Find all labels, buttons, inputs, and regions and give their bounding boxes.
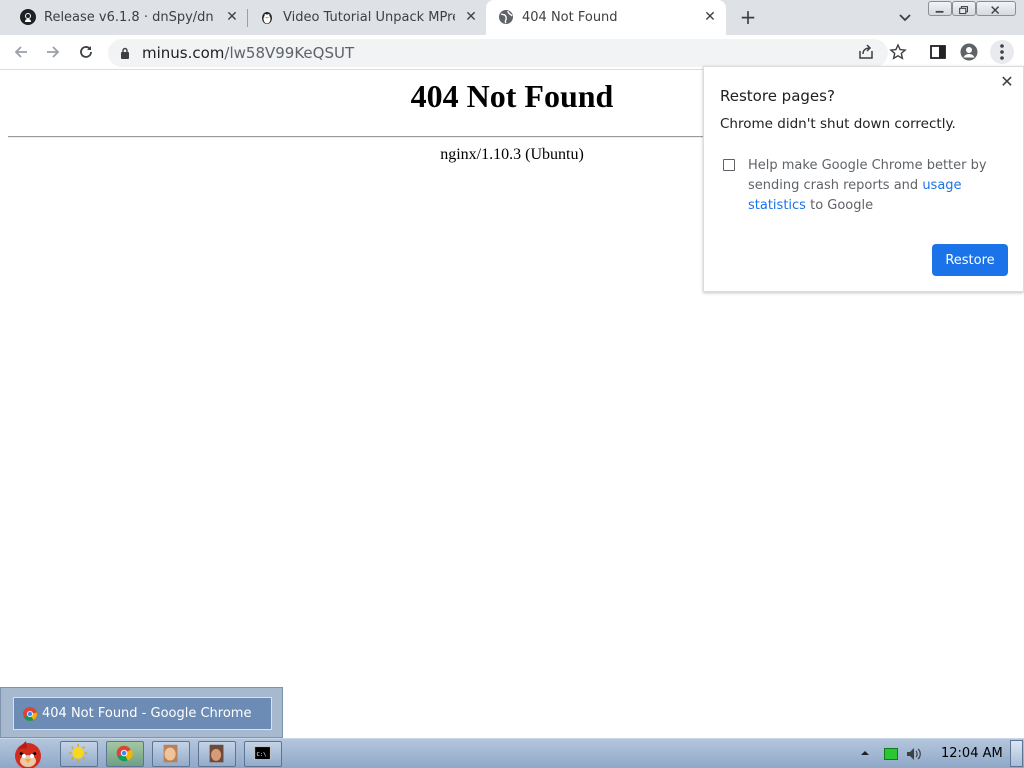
crash-report-checkbox[interactable]: [723, 159, 735, 171]
close-tab-icon[interactable]: ✕: [703, 10, 717, 24]
taskbar-clock[interactable]: 12:04 AM: [941, 746, 1003, 761]
restore-window-icon: [959, 6, 968, 15]
tab-title: Release v6.1.8 · dnSpy/dnSpy ·: [44, 10, 214, 25]
tab-strip: Release v6.1.8 · dnSpy/dnSpy · ✕ Video T…: [0, 0, 1024, 35]
volume-icon[interactable]: [906, 747, 922, 761]
dialog-title: Restore pages?: [720, 87, 835, 105]
tray-expand-icon[interactable]: [860, 748, 870, 758]
tab-title: 404 Not Found: [522, 10, 618, 25]
forward-arrow-icon[interactable]: [44, 43, 62, 61]
close-window-icon: [991, 6, 1000, 15]
show-desktop-button[interactable]: [1010, 740, 1023, 767]
taskbar-window-title: 404 Not Found - Google Chrome: [42, 706, 252, 721]
taskbar-button-face-2[interactable]: [198, 741, 236, 767]
new-tab-button[interactable]: +: [738, 7, 758, 27]
side-panel-icon[interactable]: [929, 43, 947, 61]
chrome-icon: [116, 745, 133, 762]
browser-toolbar: minus.com/lw58V99KeQSUT: [0, 35, 1024, 70]
taskbar-button-sun[interactable]: [60, 741, 98, 767]
tab-title: Video Tutorial Unpack MPress: [283, 10, 455, 25]
menu-button[interactable]: [990, 40, 1014, 64]
github-icon: [20, 9, 36, 25]
globe-icon: [499, 10, 513, 24]
crash-report-label: Help make Google Chrome better by sendin…: [748, 156, 1010, 216]
minimize-button[interactable]: [928, 1, 952, 16]
tab-search-chevron-icon[interactable]: [896, 8, 914, 26]
restore-button[interactable]: Restore: [932, 244, 1008, 276]
bookmark-star-icon[interactable]: [889, 43, 907, 61]
address-bar[interactable]: minus.com/lw58V99KeQSUT: [108, 39, 888, 67]
tab-video-tutorial[interactable]: Video Tutorial Unpack MPress ✕: [247, 0, 485, 35]
url-path: /lw58V99KeQSUT: [224, 44, 355, 62]
dialog-message: Chrome didn't shut down correctly.: [720, 116, 956, 132]
taskbar-window-item[interactable]: 404 Not Found - Google Chrome: [13, 697, 272, 730]
taskbar-button-face-1[interactable]: [152, 741, 190, 767]
face-icon-2: [209, 744, 224, 763]
cmd-icon: C:\: [254, 746, 271, 760]
qq-penguin-icon: [262, 12, 272, 24]
angry-bird-icon[interactable]: [4, 739, 50, 768]
taskbar-button-cmd[interactable]: C:\: [244, 741, 282, 767]
network-icon[interactable]: [884, 748, 898, 760]
share-icon[interactable]: [857, 43, 875, 61]
taskbar: C:\ 12:04 AM: [0, 738, 1024, 768]
url-text[interactable]: minus.com/lw58V99KeQSUT: [142, 44, 354, 62]
three-dot-menu-icon: [1000, 44, 1004, 60]
crash-report-text-end: to Google: [810, 198, 874, 213]
minimize-icon: [935, 10, 944, 13]
dialog-close-icon[interactable]: ✕: [1000, 74, 1014, 90]
back-arrow-icon[interactable]: [12, 43, 30, 61]
screen: Release v6.1.8 · dnSpy/dnSpy · ✕ Video T…: [0, 0, 1024, 768]
url-domain: minus.com: [142, 44, 225, 62]
restore-pages-dialog: Restore pages? ✕ Chrome didn't shut down…: [703, 66, 1024, 292]
close-window-button[interactable]: [976, 1, 1016, 16]
close-tab-icon[interactable]: ✕: [225, 10, 239, 24]
taskbar-button-chrome[interactable]: [106, 741, 144, 767]
close-tab-icon[interactable]: ✕: [464, 10, 478, 24]
chrome-icon: [23, 707, 37, 721]
tab-404-not-found[interactable]: 404 Not Found ✕: [486, 0, 726, 35]
svg-text:C:\: C:\: [257, 752, 267, 758]
plus-icon: +: [739, 5, 757, 29]
taskbar-thumbnail-popup: 404 Not Found - Google Chrome: [0, 687, 283, 738]
sun-icon: [68, 743, 88, 763]
lock-icon[interactable]: [120, 47, 130, 59]
reload-icon[interactable]: [77, 43, 95, 61]
tab-dnspy-release[interactable]: Release v6.1.8 · dnSpy/dnSpy · ✕: [8, 0, 246, 35]
restore-window-button[interactable]: [952, 1, 976, 16]
profile-avatar-icon[interactable]: [960, 43, 978, 61]
face-icon-1: [163, 744, 178, 763]
